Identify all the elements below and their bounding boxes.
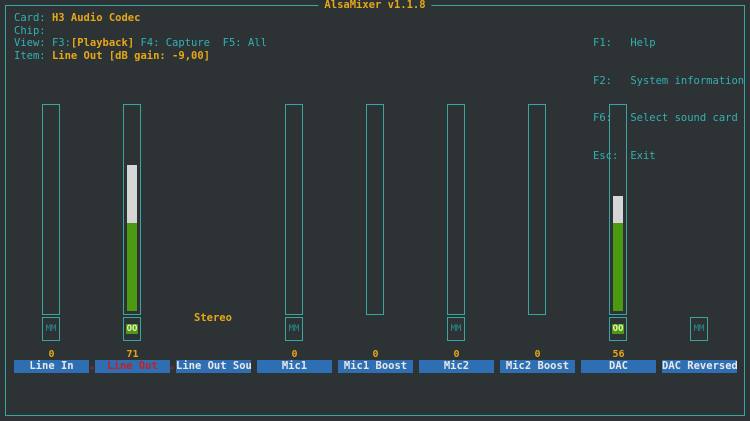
volume-bar[interactable]: [285, 104, 303, 315]
view-all[interactable]: F5: All: [223, 37, 267, 49]
control-name[interactable]: Line Out: [95, 360, 170, 373]
control-name[interactable]: Mic1: [257, 360, 332, 373]
control-name[interactable]: DAC: [581, 360, 656, 373]
volume-bar[interactable]: [42, 104, 60, 315]
help-text: Help: [630, 37, 656, 49]
control-name[interactable]: Mic2 Boost: [500, 360, 575, 373]
volume-bar[interactable]: [609, 104, 627, 315]
volume-value: 0: [534, 349, 541, 360]
control-name[interactable]: Line In: [14, 360, 89, 373]
window-title: AlsaMixer v1.1.8: [318, 0, 432, 12]
volume-bar[interactable]: [528, 104, 546, 315]
help-key: F2:: [593, 74, 612, 87]
mute-state: MM: [450, 324, 462, 334]
help-text: Exit: [630, 149, 656, 162]
volume-fill-high: [613, 196, 623, 223]
item-label: Item:: [14, 49, 46, 62]
volume-fill: [127, 165, 137, 311]
control-name[interactable]: Mic1 Boost: [338, 360, 413, 373]
help-text: Select sound card: [630, 112, 738, 124]
volume-fill-green: [613, 223, 623, 311]
volume-fill: [613, 196, 623, 311]
card-label: Card:: [14, 12, 46, 24]
mute-toggle[interactable]: OO: [609, 317, 627, 341]
control-name[interactable]: DAC Reversed: [662, 360, 737, 373]
view-playback[interactable]: [Playback]: [71, 37, 134, 49]
mute-toggle[interactable]: OO: [123, 317, 141, 341]
volume-value: 0: [453, 349, 460, 360]
volume-value: 0: [48, 349, 55, 360]
volume-value: 71: [126, 349, 139, 360]
volume-fill-green: [127, 223, 137, 311]
view-label: View:: [14, 37, 46, 49]
view-f3-key[interactable]: F3:: [52, 37, 71, 49]
mute-state: MM: [288, 324, 300, 334]
mute-state: MM: [693, 324, 705, 334]
help-key: F1:: [593, 37, 612, 49]
volume-bar[interactable]: [447, 104, 465, 315]
volume-bar[interactable]: [123, 104, 141, 315]
mute-state: OO: [125, 324, 139, 334]
item-value: Line Out [dB gain: -9,00]: [51, 49, 210, 62]
selection-right-marker: >: [170, 364, 175, 372]
volume-value: 56: [612, 349, 625, 360]
volume-value: 0: [291, 349, 298, 360]
selection-left-marker: <: [90, 364, 95, 372]
help-line[interactable]: F1: Help: [593, 37, 744, 50]
volume-value: 0: [372, 349, 379, 360]
mute-toggle[interactable]: MM: [42, 317, 60, 341]
control-name[interactable]: Line Out Sou: [176, 360, 251, 373]
mute-toggle[interactable]: MM: [690, 317, 708, 341]
view-capture[interactable]: F4: Capture: [140, 37, 210, 49]
info-panel: Card: H3 Audio Codec Chip: View: F3:[Pla…: [14, 12, 267, 62]
mute-state: OO: [611, 324, 625, 334]
control-name[interactable]: Mic2: [419, 360, 494, 373]
chip-label: Chip:: [14, 24, 46, 37]
mute-toggle[interactable]: MM: [285, 317, 303, 341]
help-line[interactable]: F2: System information: [593, 75, 744, 88]
volume-bar[interactable]: [366, 104, 384, 315]
mute-toggle[interactable]: MM: [447, 317, 465, 341]
card-value: H3 Audio Codec: [51, 12, 141, 24]
volume-fill-high: [127, 165, 137, 223]
enum-value[interactable]: Stereo: [194, 312, 232, 324]
help-text: System information: [630, 74, 745, 87]
mute-state: MM: [45, 324, 57, 334]
